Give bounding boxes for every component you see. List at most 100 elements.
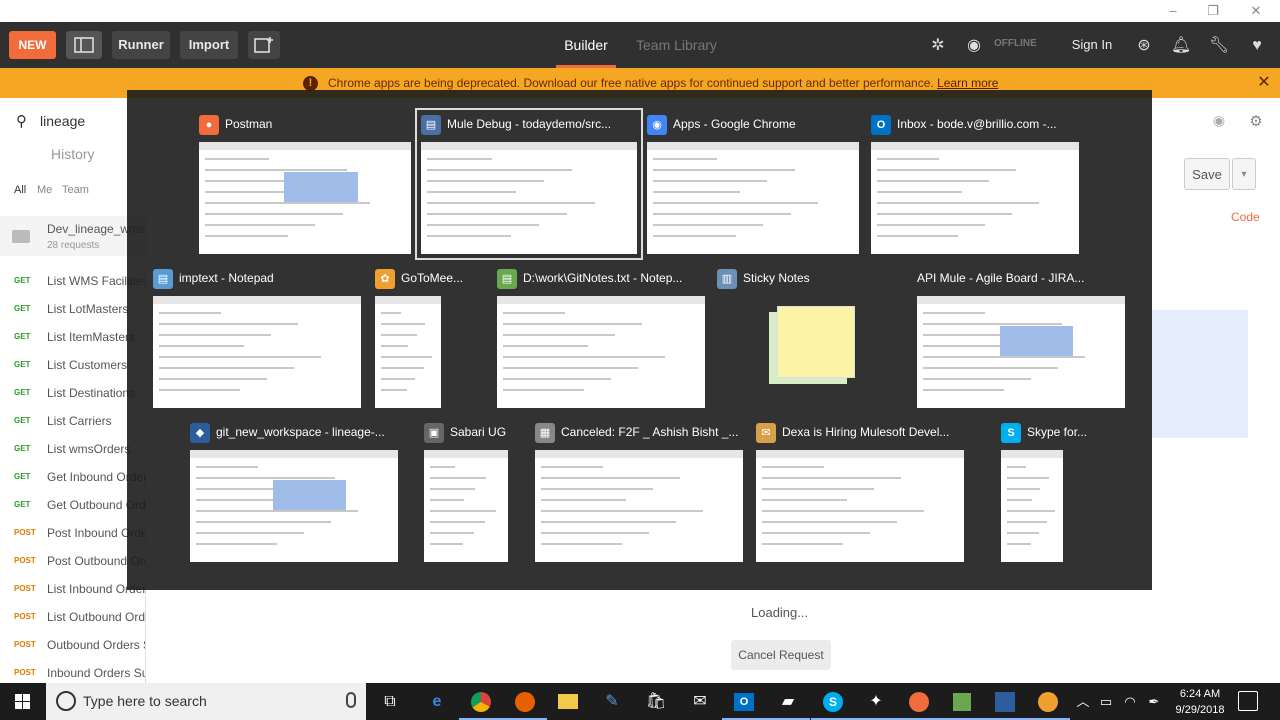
taskbar-clock[interactable]: 6:24 AM 9/29/2018 (1168, 686, 1232, 718)
store-icon[interactable]: 🛍︎ (634, 683, 678, 720)
notepadpp-icon: ▤ (497, 269, 517, 289)
notifications-bell-icon[interactable]: 🔔︎ (1170, 35, 1192, 57)
mule-icon: ▤ (421, 115, 441, 135)
toggle-sidebar-button[interactable] (66, 31, 102, 59)
filter-me[interactable]: Me (37, 184, 52, 196)
switcher-window[interactable]: ◉ Apps - Google Chrome (647, 114, 859, 254)
code-link[interactable]: Code (1231, 210, 1260, 224)
wifi-icon[interactable]: ◠ (1120, 683, 1140, 720)
request-item[interactable]: GET List wmsOrders (0, 436, 145, 464)
pen-icon[interactable]: ✒ (1144, 683, 1164, 720)
file-explorer-icon[interactable] (546, 683, 590, 720)
eclipse-taskbar-icon[interactable]: ✦ (854, 683, 898, 720)
request-method-badge: GET (14, 332, 31, 341)
switcher-window[interactable]: API Mule - Agile Board - JIRA... (917, 268, 1125, 408)
save-dropdown-icon[interactable]: ▾ (1232, 158, 1256, 190)
request-item[interactable]: POSTPost Inbound Orders (0, 520, 145, 548)
windows-taskbar: Type here to search ⧉ e ✎ 🛍︎ ✉ O ▰ S ✦ ︿… (0, 683, 1280, 720)
cancel-request-button[interactable]: Cancel Request (731, 640, 831, 670)
switcher-window[interactable]: ▣ Sabari UG (424, 422, 508, 562)
settings-wrench-icon[interactable]: 🔧︎ (1208, 35, 1230, 57)
edge-icon[interactable]: e (415, 683, 459, 720)
mail-taskbar-icon[interactable]: ✉ (678, 683, 722, 720)
request-method-badge: GET (14, 388, 31, 397)
battery-icon[interactable]: ▭ (1096, 683, 1116, 720)
skype-taskbar-icon[interactable]: S (811, 683, 855, 720)
request-item[interactable]: GET List WMS Facilities (0, 268, 145, 296)
switcher-window[interactable]: ✉ Dexa is Hiring Mulesoft Devel... (756, 422, 964, 562)
request-item[interactable]: POSTPost Outbound Orders (0, 548, 145, 576)
action-center-icon[interactable] (1238, 691, 1258, 711)
satellite-icon[interactable]: ⊛ (1133, 35, 1155, 57)
request-item[interactable]: GET List Customers (0, 352, 145, 380)
tray-chevron-icon[interactable]: ︿ (1074, 683, 1092, 720)
firefox-icon[interactable] (503, 683, 547, 720)
heart-icon[interactable]: ♥ (1246, 35, 1268, 57)
chrome-taskbar-icon[interactable] (459, 683, 503, 720)
request-item[interactable]: POST Inbound Orders Summary (0, 660, 145, 683)
request-item[interactable]: GET List LotMasters (0, 296, 145, 324)
collection-item[interactable]: Dev_lineage_wms 28 requests (0, 216, 145, 256)
request-item[interactable]: GET List Carriers (0, 408, 145, 436)
new-button[interactable]: NEW (9, 31, 56, 59)
taskbar-search[interactable]: Type here to search (46, 683, 366, 720)
restore-button[interactable]: ❐ (1193, 2, 1233, 20)
switcher-window[interactable]: ◆ git_new_workspace - lineage-... (190, 422, 398, 562)
request-item[interactable]: GET List Destinations (0, 380, 145, 408)
filter-team[interactable]: Team (62, 184, 89, 196)
task-view-icon[interactable]: ⧉ (368, 683, 412, 720)
window-title-text: Skype for... (1027, 425, 1088, 439)
sidebar-search-input[interactable] (40, 110, 140, 132)
notepad-taskbar-icon[interactable]: ✎ (590, 683, 634, 720)
new-window-button[interactable] (248, 31, 280, 59)
outlook-taskbar-icon[interactable]: O (722, 683, 766, 720)
runner-button[interactable]: Runner (112, 31, 170, 59)
window-title: ✉ Dexa is Hiring Mulesoft Devel... (756, 422, 964, 444)
switcher-window[interactable]: ● Postman (199, 114, 411, 254)
learn-more-link[interactable]: Learn more (937, 76, 998, 90)
interceptor-icon[interactable]: ✲ (927, 35, 949, 57)
close-window-button[interactable]: ✕ (1236, 2, 1276, 20)
new-window-icon (254, 37, 273, 53)
request-name: Outbound Orders Summary (47, 638, 145, 652)
sticky-taskbar-icon[interactable]: ▰ (766, 683, 810, 720)
import-button[interactable]: Import (180, 31, 238, 59)
request-item[interactable]: POST List Inbound Orders (0, 576, 145, 604)
switcher-window[interactable]: ▦ Canceled: F2F _ Ashish Bisht _... (535, 422, 743, 562)
request-item[interactable]: POST List Outbound Orders (0, 604, 145, 632)
switcher-window[interactable]: ▥ Sticky Notes (717, 268, 925, 408)
switcher-window[interactable]: S Skype for... (1001, 422, 1087, 562)
switcher-window[interactable]: O Inbox - bode.v@brillio.com -... (871, 114, 1079, 254)
banner-close-icon[interactable]: ✕ (1256, 68, 1272, 98)
loading-text: Loading... (751, 605, 809, 620)
notepadpp-taskbar-icon[interactable] (940, 683, 984, 720)
switcher-window[interactable]: ▤ D:\work\GitNotes.txt - Notep... (497, 268, 705, 408)
save-button[interactable]: Save (1184, 158, 1230, 190)
tab-team-library[interactable]: Team Library (636, 22, 717, 68)
gotomeeting-taskbar-icon[interactable] (1026, 683, 1070, 720)
tab-builder[interactable]: Builder (556, 22, 616, 68)
microphone-icon[interactable] (346, 692, 356, 708)
tab-history[interactable]: History (51, 146, 95, 162)
request-item[interactable]: GET List ItemMasters (0, 324, 145, 352)
filter-all[interactable]: All (14, 184, 26, 196)
start-button[interactable] (0, 683, 46, 720)
search-icon: ⚲ (16, 113, 27, 130)
switcher-window[interactable]: ▤ imptext - Notepad (153, 268, 361, 408)
minimize-button[interactable]: – (1153, 2, 1193, 20)
switcher-window[interactable]: ✿ GoToMee... (375, 268, 463, 408)
request-item[interactable]: GETGet Outbound Orders (0, 492, 145, 520)
sign-in-button[interactable]: Sign In (1066, 31, 1118, 59)
environment-settings-icon[interactable]: ⚙ (1246, 112, 1266, 132)
window-title: API Mule - Agile Board - JIRA... (917, 268, 1125, 290)
response-panel (1152, 310, 1248, 438)
sync-status-icon[interactable]: ◉ (963, 35, 985, 57)
request-item[interactable]: GET Get Inbound Orders (0, 464, 145, 492)
window-thumbnail (190, 450, 398, 562)
switcher-window[interactable]: ▤ Mule Debug - todaydemo/src... (415, 108, 643, 260)
request-item[interactable]: POST Outbound Orders Summary (0, 632, 145, 660)
eye-icon[interactable]: ◉ (1209, 112, 1229, 132)
calendar-icon: ▦ (535, 423, 555, 443)
mule-taskbar-icon[interactable] (983, 683, 1027, 720)
postman-taskbar-icon[interactable] (897, 683, 941, 720)
